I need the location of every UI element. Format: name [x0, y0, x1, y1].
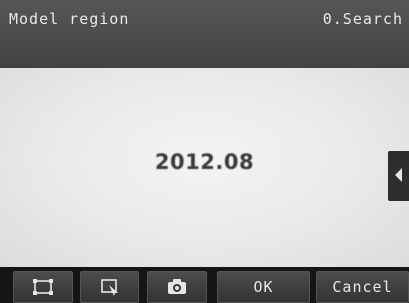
- chevron-left-icon: [395, 168, 402, 182]
- title-bar: Model region 0.Search: [0, 0, 409, 68]
- rectangle-region-icon: [33, 279, 53, 295]
- scene-label: 0.Search: [322, 10, 403, 28]
- cancel-button[interactable]: Cancel: [316, 271, 409, 303]
- panel-toggle-button[interactable]: [388, 151, 409, 201]
- camera-icon: [168, 279, 186, 294]
- captured-image-text: 2012.08: [154, 150, 255, 174]
- ok-button[interactable]: OK: [217, 271, 310, 303]
- camera-image-view[interactable]: 2012.08: [0, 68, 409, 267]
- edit-region-button[interactable]: [80, 271, 139, 303]
- page-title: Model region: [9, 10, 130, 28]
- rectangle-region-button[interactable]: [13, 271, 73, 303]
- capture-button[interactable]: [147, 271, 207, 303]
- bottom-toolbar: OK Cancel: [0, 267, 409, 303]
- edit-region-icon: [100, 279, 118, 296]
